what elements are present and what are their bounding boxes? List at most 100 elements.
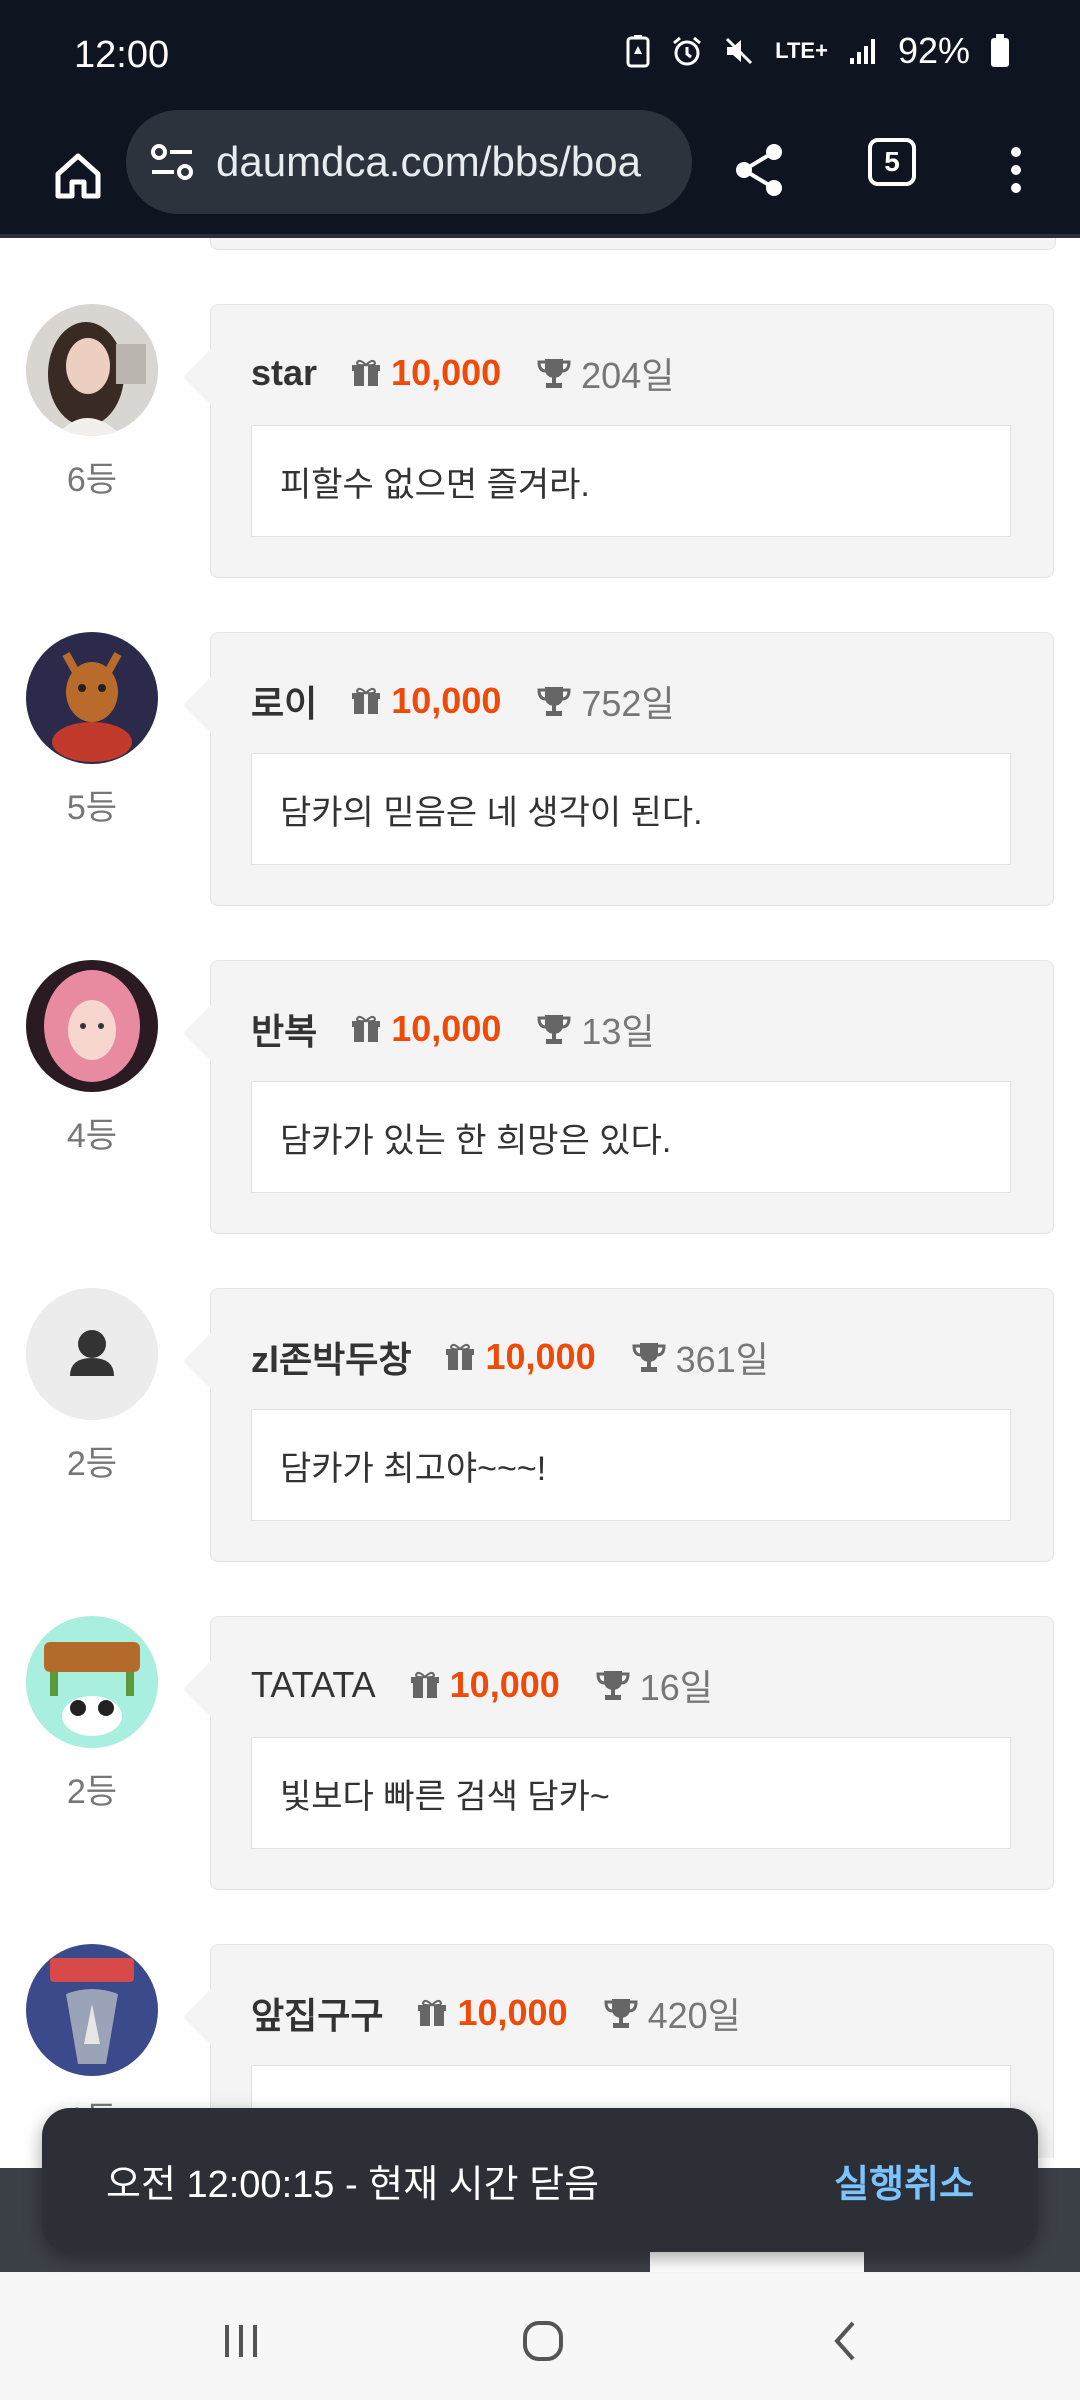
gift-icon — [446, 1343, 475, 1370]
days-value: 16일 — [639, 1667, 713, 1708]
points-badge: 10,000 — [351, 352, 501, 394]
days-badge: 16일 — [596, 1659, 713, 1711]
avatar[interactable] — [26, 1944, 158, 2076]
days-badge: 752일 — [537, 675, 675, 727]
avatar[interactable] — [26, 632, 158, 764]
comment-text: 담카의 믿음은 네 생각이 된다. — [251, 753, 1011, 865]
list-item: 2등 TATATA 10,000 16일 빛보다 빠른 검색 담카~ — [0, 1616, 1080, 1896]
points-value: 10,000 — [391, 680, 502, 721]
gift-icon — [352, 687, 381, 714]
battery-saver-icon — [625, 34, 651, 68]
list-item: 2등 zl존박두창 10,000 361일 담카가 최고야~~~! — [0, 1288, 1080, 1568]
battery-level: 92% — [897, 30, 970, 71]
avatar[interactable] — [26, 304, 158, 436]
points-badge: 10,000 — [445, 1336, 596, 1378]
avatar[interactable] — [26, 960, 158, 1092]
card-header: 앞집구구 10,000 420일 — [251, 1989, 741, 2037]
previous-entry-card — [210, 238, 1056, 250]
trophy-icon — [604, 1999, 638, 2028]
card-header: 로이 10,000 752일 — [251, 677, 675, 725]
nickname[interactable]: 반복 — [251, 1003, 317, 1055]
signal-icon — [848, 36, 878, 66]
system-nav-bar — [0, 2272, 1080, 2400]
comment-card: 반복 10,000 13일 담카가 있는 한 희망은 있다. — [183, 960, 1054, 1234]
gift-icon — [418, 1999, 447, 2026]
home-icon — [55, 153, 101, 199]
avatar[interactable] — [26, 1288, 158, 1420]
comment-card: 로이 10,000 752일 담카의 믿음은 네 생각이 된다. — [183, 632, 1054, 906]
points-badge: 10,000 — [351, 680, 501, 722]
browser-toolbar: daumdca.com/bbs/boa 5 — [0, 110, 1080, 238]
nickname[interactable]: 로이 — [251, 675, 317, 727]
more-menu-button[interactable] — [992, 130, 1040, 210]
share-icon — [736, 144, 782, 196]
points-value: 10,000 — [457, 1992, 568, 2033]
days-badge: 361일 — [632, 1331, 769, 1383]
home-nav-button[interactable] — [508, 2306, 578, 2376]
ranking-list: 6등 star 10,000 204일 피할수 없으면 즐겨라. 5등 로이 1… — [0, 238, 1080, 2158]
days-value: 752일 — [581, 683, 675, 724]
card-tail — [183, 1005, 211, 1061]
comment-card: zl존박두창 10,000 361일 담카가 최고야~~~! — [183, 1288, 1054, 1562]
trophy-icon — [537, 1015, 571, 1044]
days-value: 361일 — [675, 1339, 769, 1380]
points-value: 10,000 — [449, 1664, 560, 1705]
comment-card: TATATA 10,000 16일 빛보다 빠른 검색 담카~ — [183, 1616, 1054, 1890]
status-icons: LTE+ 92% — [625, 30, 1010, 72]
card-tail — [183, 677, 211, 733]
comment-text: 빛보다 빠른 검색 담카~ — [251, 1737, 1011, 1849]
snackbar: 오전 12:00:15 - 현재 시간 닫음 실행취소 — [42, 2108, 1038, 2252]
points-badge: 10,000 — [417, 1992, 568, 2034]
mute-icon — [723, 35, 755, 67]
days-value: 420일 — [647, 1995, 741, 2036]
trophy-icon — [632, 1343, 666, 1372]
back-button[interactable] — [810, 2306, 880, 2376]
avatar[interactable] — [26, 1616, 158, 1748]
card-header: 반복 10,000 13일 — [251, 1005, 655, 1053]
url-text[interactable]: daumdca.com/bbs/boa — [216, 138, 641, 186]
nickname[interactable]: star — [251, 352, 317, 394]
home-button[interactable] — [36, 134, 120, 218]
rank-label: 5등 — [66, 789, 118, 827]
home-circle-icon — [523, 2321, 563, 2361]
trophy-icon — [537, 359, 571, 388]
share-button[interactable] — [720, 130, 800, 210]
nickname[interactable]: zl존박두창 — [251, 1331, 411, 1383]
days-value: 13일 — [581, 1011, 655, 1052]
status-time: 12:00 — [74, 34, 170, 76]
battery-icon — [990, 34, 1010, 68]
card-tail — [183, 349, 211, 405]
points-badge: 10,000 — [410, 1664, 560, 1706]
gift-icon — [352, 359, 381, 386]
comment-card: star 10,000 204일 피할수 없으면 즐겨라. — [183, 304, 1054, 578]
list-item: 6등 star 10,000 204일 피할수 없으면 즐겨라. — [0, 304, 1080, 584]
comment-text: 담카가 있는 한 희망은 있다. — [251, 1081, 1011, 1193]
site-settings-icon[interactable] — [150, 140, 194, 184]
alarm-icon — [671, 35, 703, 67]
gift-icon — [352, 1015, 381, 1042]
points-value: 10,000 — [391, 352, 502, 393]
rank-label: 4등 — [66, 1117, 118, 1155]
recent-apps-button[interactable] — [206, 2306, 276, 2376]
card-header: TATATA 10,000 16일 — [251, 1661, 713, 1709]
default-user-icon — [26, 1288, 158, 1420]
rank-label: 2등 — [66, 1445, 118, 1483]
card-tail — [183, 1333, 211, 1389]
trophy-icon — [596, 1671, 630, 1700]
comment-text: 담카가 최고야~~~! — [251, 1409, 1011, 1521]
points-badge: 10,000 — [351, 1008, 501, 1050]
status-bar: 12:00 LTE+ 92% — [0, 0, 1080, 110]
comment-text: 피할수 없으면 즐겨라. — [251, 425, 1011, 537]
network-type: LTE+ — [775, 38, 828, 63]
nickname[interactable]: 앞집구구 — [251, 1987, 383, 2039]
undo-button[interactable]: 실행취소 — [834, 2153, 974, 2208]
days-value: 204일 — [581, 355, 675, 396]
days-badge: 420일 — [604, 1987, 741, 2039]
nickname[interactable]: TATATA — [251, 1664, 376, 1706]
card-header: zl존박두창 10,000 361일 — [251, 1333, 769, 1381]
days-badge: 13일 — [537, 1003, 655, 1055]
address-bar[interactable]: daumdca.com/bbs/boa — [126, 110, 692, 214]
points-value: 10,000 — [485, 1336, 596, 1377]
snackbar-message: 오전 12:00:15 - 현재 시간 닫음 — [106, 2163, 600, 2206]
tabs-button[interactable]: 5 — [868, 138, 916, 186]
